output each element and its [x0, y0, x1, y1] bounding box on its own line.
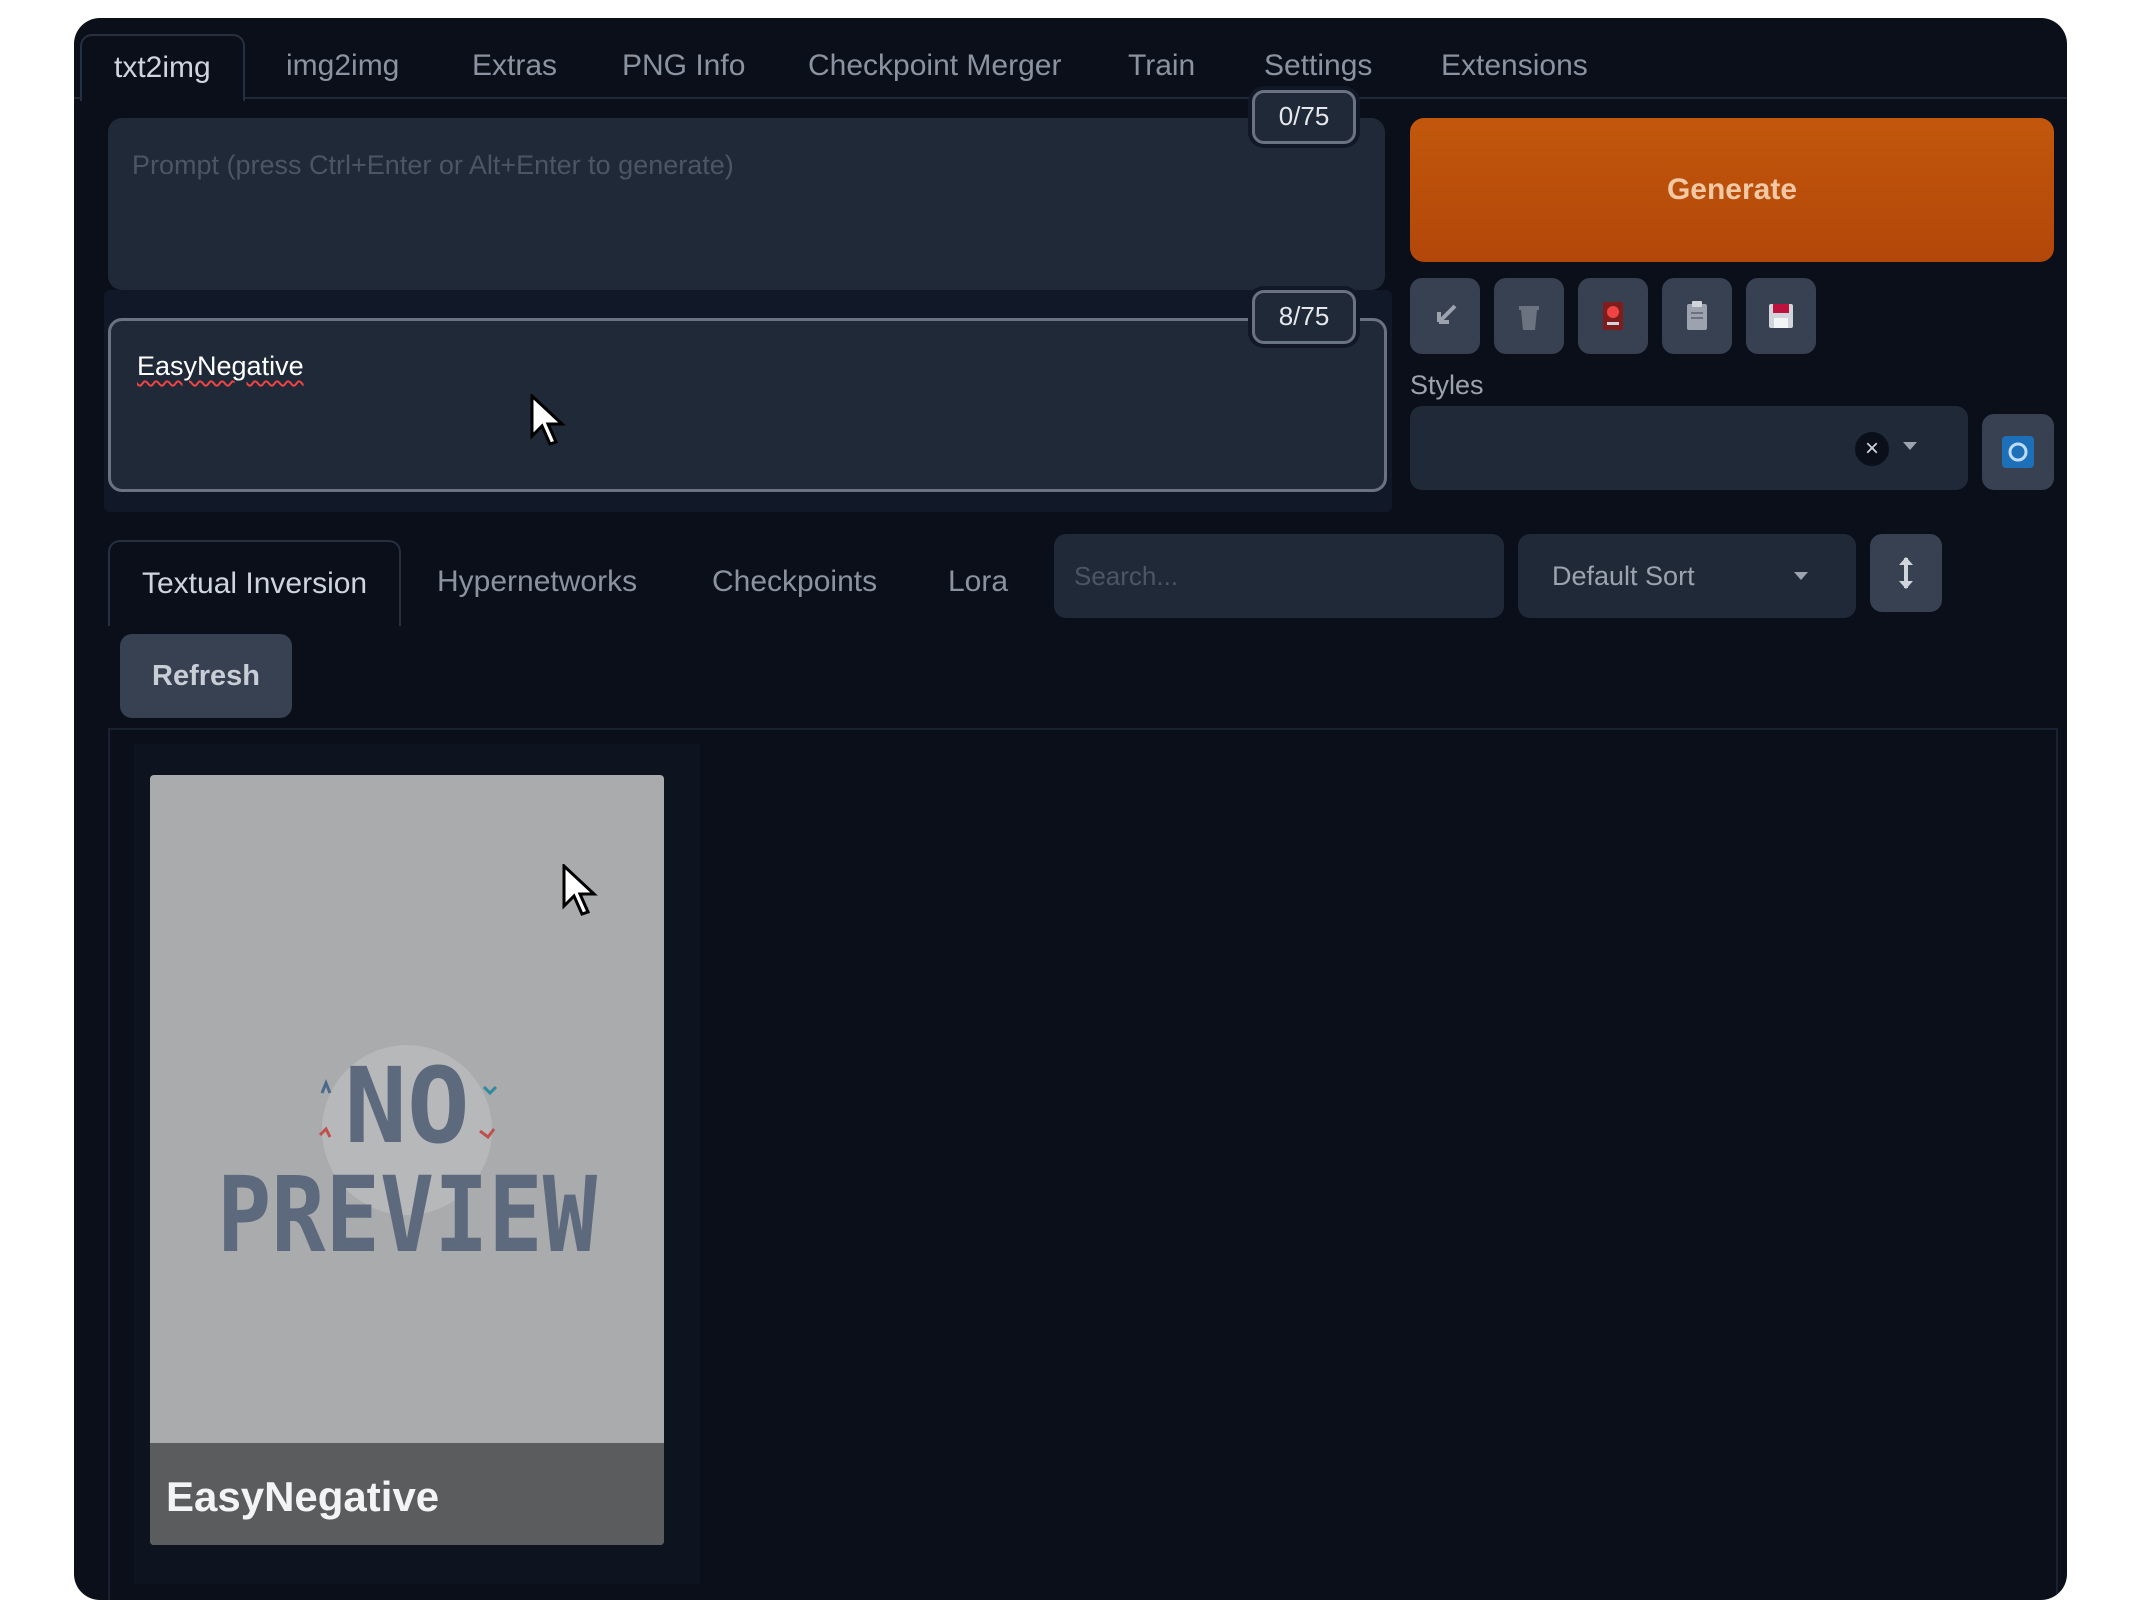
search-input[interactable]	[1054, 534, 1504, 618]
chevron-down-icon[interactable]	[1903, 442, 1917, 450]
tab-textual-inversion[interactable]: Textual Inversion	[108, 540, 402, 626]
card-caption: EasyNegative	[150, 1443, 664, 1545]
negative-token-counter: 8/75	[1252, 290, 1356, 344]
tab-img2img[interactable]: img2img	[286, 34, 399, 97]
tab-train[interactable]: Train	[1128, 34, 1195, 97]
refresh-icon	[2002, 436, 2034, 468]
mouse-cursor-icon	[562, 864, 598, 916]
webui-window: txt2img img2img Extras PNG Info Checkpoi…	[74, 18, 2067, 1600]
show-extra-networks-button[interactable]	[1578, 278, 1648, 354]
tab-extensions[interactable]: Extensions	[1441, 34, 1588, 97]
sort-label: Default Sort	[1552, 561, 1695, 591]
tab-txt2img[interactable]: txt2img	[80, 34, 245, 101]
clear-icon[interactable]: ×	[1855, 432, 1889, 466]
trash-icon	[1519, 306, 1539, 330]
apply-style-button[interactable]	[1662, 278, 1732, 354]
svg-text:PREVIEW: PREVIEW	[217, 1154, 597, 1276]
clear-prompt-button[interactable]	[1494, 278, 1564, 354]
refresh-styles-button[interactable]	[1982, 414, 2054, 490]
main-tab-bar: txt2img img2img Extras PNG Info Checkpoi…	[74, 18, 2067, 101]
tab-checkpoint-merger[interactable]: Checkpoint Merger	[808, 34, 1061, 97]
save-icon	[1769, 304, 1793, 328]
sort-dropdown[interactable]: Default Sort	[1518, 534, 1856, 618]
tab-checkpoints[interactable]: Checkpoints	[712, 540, 877, 624]
mouse-cursor-icon	[530, 394, 566, 446]
sort-arrows-icon	[1899, 557, 1913, 589]
tab-lora[interactable]: Lora	[948, 540, 1008, 624]
generate-button[interactable]: Generate	[1410, 118, 2054, 262]
tab-extras[interactable]: Extras	[472, 34, 557, 97]
clipboard-icon	[1687, 301, 1707, 330]
tab-png-info[interactable]: PNG Info	[622, 34, 745, 97]
svg-text:NO: NO	[344, 1045, 469, 1167]
styles-dropdown[interactable]: ×	[1410, 406, 1968, 490]
chevron-down-icon	[1794, 572, 1808, 580]
prompt-placeholder: Prompt (press Ctrl+Enter or Alt+Enter to…	[132, 150, 734, 180]
save-style-button[interactable]	[1746, 278, 1816, 354]
prompt-input[interactable]: Prompt (press Ctrl+Enter or Alt+Enter to…	[108, 118, 1385, 290]
tab-settings[interactable]: Settings	[1264, 34, 1372, 97]
red-card-icon	[1603, 302, 1623, 330]
arrow-icon	[1437, 304, 1457, 324]
sort-direction-button[interactable]	[1870, 534, 1942, 612]
tab-hypernetworks[interactable]: Hypernetworks	[437, 540, 637, 624]
negative-prompt-text: EasyNegative	[137, 351, 304, 381]
read-params-button[interactable]	[1410, 278, 1480, 354]
styles-label: Styles	[1410, 370, 1484, 400]
prompt-token-counter: 0/75	[1252, 90, 1356, 144]
no-preview-image: NO PREVIEW	[217, 1045, 597, 1276]
card-name: EasyNegative	[166, 1473, 440, 1520]
negative-prompt-input[interactable]: EasyNegative	[108, 318, 1387, 492]
refresh-button[interactable]: Refresh	[120, 634, 292, 718]
